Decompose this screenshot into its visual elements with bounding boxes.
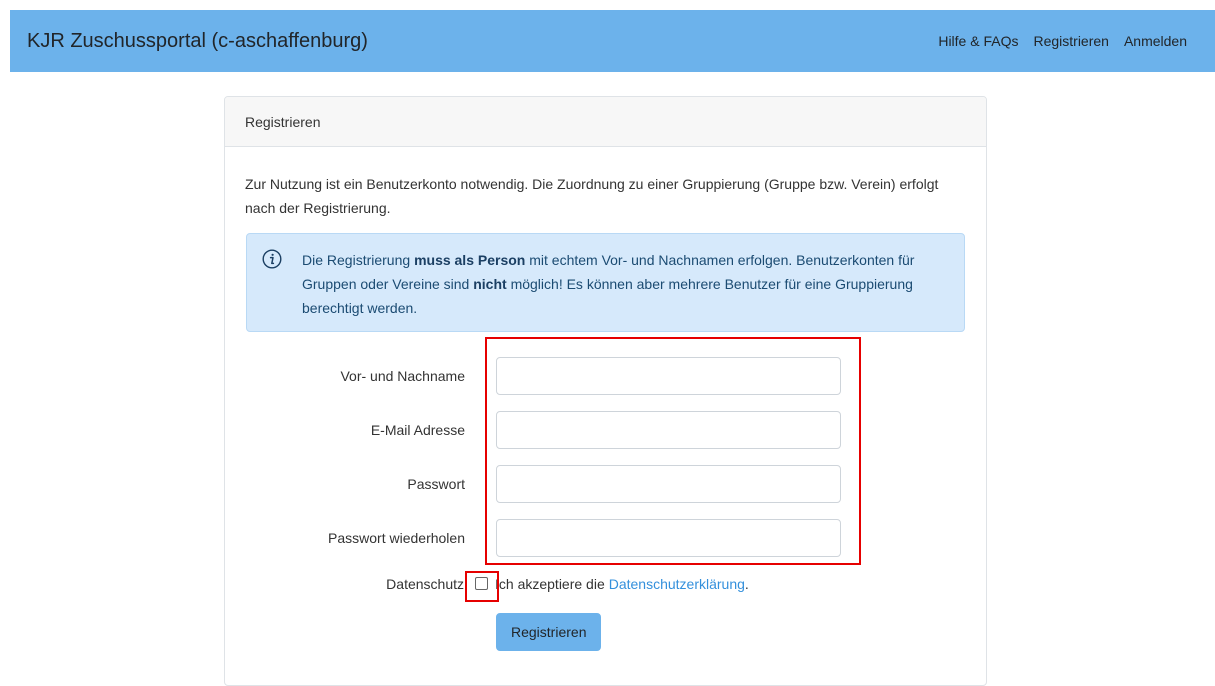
nav-link-login[interactable]: Anmelden: [1124, 33, 1187, 49]
password-input[interactable]: [496, 465, 841, 503]
privacy-policy-link[interactable]: Datenschutzerklärung: [609, 576, 745, 592]
alert-text: Die Registrierung muss als Person mit ec…: [302, 248, 942, 320]
email-input[interactable]: [496, 411, 841, 449]
privacy-accept-text: Ich akzeptiere die: [495, 576, 605, 592]
info-alert: Die Registrierung muss als Person mit ec…: [246, 233, 965, 332]
intro-text: Zur Nutzung ist ein Benutzerkonto notwen…: [245, 176, 939, 216]
nav-link-register[interactable]: Registrieren: [1033, 33, 1108, 49]
alert-bold-nicht: nicht: [473, 276, 507, 292]
privacy-suffix: .: [744, 576, 749, 592]
register-button[interactable]: Registrieren: [496, 613, 602, 651]
alert-text-part: Die Registrierung: [302, 252, 415, 268]
form-row-password: Passwort: [225, 465, 986, 503]
password-label: Passwort: [407, 476, 465, 492]
register-card: Registrieren Zur Nutzung ist ein Benutze…: [224, 96, 987, 686]
navbar: KJR Zuschussportal (c-aschaffenburg) Hil…: [10, 10, 1215, 72]
nav-links: Hilfe & FAQs Registrieren Anmelden: [938, 33, 1187, 49]
name-input[interactable]: [496, 357, 841, 395]
form-row-name: Vor- und Nachname: [225, 357, 986, 395]
privacy-label: Datenschutz: [386, 576, 464, 592]
nav-link-help[interactable]: Hilfe & FAQs: [938, 33, 1018, 49]
name-label: Vor- und Nachname: [340, 368, 465, 384]
alert-bold-person: muss als Person: [414, 252, 526, 268]
password-repeat-input[interactable]: [496, 519, 841, 557]
privacy-text: Ich akzeptiere die Datenschutzerklärung.: [495, 572, 749, 596]
password-repeat-label: Passwort wiederholen: [328, 530, 465, 546]
form-row-password-repeat: Passwort wiederholen: [225, 519, 986, 557]
card-header: Registrieren: [225, 97, 986, 147]
brand-title[interactable]: KJR Zuschussportal (c-aschaffenburg): [27, 30, 368, 53]
form-row-email: E-Mail Adresse: [225, 411, 986, 449]
privacy-checkbox[interactable]: [475, 577, 488, 590]
info-icon: [262, 249, 282, 269]
email-label: E-Mail Adresse: [370, 422, 465, 438]
privacy-row: Datenschutz Ich akzeptiere die Datenschut…: [225, 572, 986, 596]
